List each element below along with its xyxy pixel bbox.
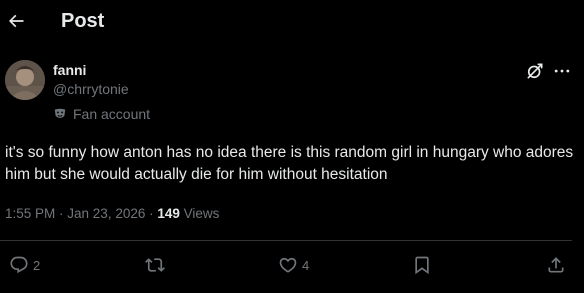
divider	[0, 240, 572, 241]
meta-separator: ·	[145, 206, 158, 221]
arrow-left-icon[interactable]	[6, 11, 26, 31]
header: Post	[0, 0, 584, 44]
author-display-name[interactable]: fanni	[53, 62, 86, 79]
views-label: Views	[179, 206, 220, 221]
fan-account-badge: Fan account	[53, 105, 150, 123]
like-button[interactable]: 4	[278, 254, 309, 276]
grok-icon[interactable]	[525, 61, 545, 81]
reply-icon	[10, 256, 28, 274]
meta-separator: ·	[55, 206, 68, 221]
share-icon	[548, 257, 564, 273]
heart-icon	[279, 257, 297, 273]
badge-label: Fan account	[73, 105, 151, 122]
avatar-image	[5, 60, 45, 100]
views-count: 149	[157, 206, 180, 221]
post-meta: 1:55 PM · Jan 23, 2026 · 149 Views	[5, 205, 219, 222]
reply-count: 2	[33, 257, 41, 273]
page-title: Post	[61, 10, 105, 32]
bookmark-icon	[415, 256, 429, 275]
reply-button[interactable]: 2	[9, 254, 40, 276]
like-count: 4	[302, 257, 310, 273]
share-button[interactable]	[546, 254, 566, 276]
repost-icon	[145, 258, 165, 272]
repost-button[interactable]	[145, 254, 169, 276]
theater-masks-icon	[54, 108, 66, 118]
post-time[interactable]: 1:55 PM	[5, 206, 55, 221]
author-handle[interactable]: @chrrytonie	[53, 81, 129, 98]
post-text: it's so funny how anton has no idea ther…	[5, 144, 574, 183]
bookmark-button[interactable]	[412, 254, 432, 276]
post-date[interactable]: Jan 23, 2026	[67, 206, 145, 221]
more-horizontal-icon[interactable]	[552, 61, 572, 81]
avatar[interactable]	[5, 60, 45, 100]
